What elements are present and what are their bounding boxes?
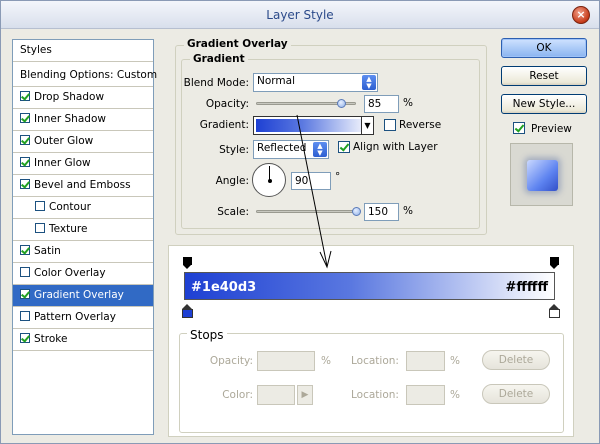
stops-title: Stops (187, 328, 227, 342)
layer-style-dialog: Layer Style × Styles Blending Options: C… (0, 0, 600, 444)
style-color-overlay[interactable]: Color Overlay (13, 263, 153, 285)
style-label: Inner Glow (34, 157, 91, 169)
stop-opacity-percent: % (321, 355, 331, 367)
angle-dial-center (267, 179, 272, 183)
style-gradient-overlay[interactable]: Gradient Overlay (13, 285, 153, 307)
style-bevel-emboss[interactable]: Bevel and Emboss (13, 175, 153, 197)
checkbox-icon[interactable] (20, 135, 30, 145)
scale-label: Scale: (217, 206, 249, 218)
annotation-arrow (296, 114, 332, 269)
reverse-label: Reverse (399, 119, 442, 131)
color-stop-left[interactable] (182, 304, 193, 318)
styles-header[interactable]: Styles (13, 40, 153, 62)
checkbox-icon[interactable] (20, 113, 30, 123)
opacity-stop-left[interactable] (183, 257, 192, 269)
style-contour[interactable]: Contour (13, 197, 153, 219)
stop-color-swatch[interactable] (257, 385, 295, 405)
style-label: Texture (49, 223, 88, 235)
style-label: Pattern Overlay (34, 311, 116, 323)
chevron-up-down-icon: ▲ ▼ (362, 75, 376, 90)
stop-opacity-label: Opacity: (209, 355, 253, 367)
style-label: Satin (34, 245, 61, 257)
opacity-label: Opacity: (205, 98, 249, 110)
style-outer-glow[interactable]: Outer Glow (13, 131, 153, 153)
stop-color-location-label: Location: (351, 389, 399, 401)
opacity-stop-right[interactable] (550, 257, 559, 269)
start-color-label: #1e40d3 (191, 280, 257, 295)
blend-mode-label: Blend Mode: (183, 77, 249, 89)
style-label: Stroke (34, 333, 68, 345)
style-drop-shadow[interactable]: Drop Shadow (13, 87, 153, 109)
title-bar[interactable]: Layer Style × (1, 1, 599, 29)
delete-opacity-stop-button[interactable]: Delete (482, 350, 550, 370)
stop-opacity-location-percent: % (450, 355, 460, 367)
preview-square (527, 160, 558, 191)
checkbox-icon[interactable] (20, 91, 30, 101)
chevron-down-icon[interactable]: ▼ (361, 117, 373, 134)
style-inner-shadow[interactable]: Inner Shadow (13, 109, 153, 131)
stop-color-label: Color: (222, 389, 253, 401)
checkbox-icon[interactable] (20, 157, 30, 167)
style-label: Blending Options: Custom (20, 69, 158, 81)
color-stop-right[interactable] (549, 304, 560, 318)
opacity-input[interactable]: 85 (364, 95, 399, 113)
checkbox-icon[interactable] (20, 267, 30, 277)
dialog-title: Layer Style (266, 8, 334, 22)
blend-mode-select[interactable]: Normal ▲ ▼ (253, 73, 378, 92)
preview-label: Preview (531, 123, 572, 135)
checkbox-icon[interactable] (35, 223, 45, 233)
group-title: Gradient (190, 53, 248, 65)
chevron-right-icon[interactable]: ▶ (297, 385, 313, 405)
checkbox-icon[interactable] (20, 289, 30, 299)
preview-swatch (510, 143, 573, 206)
stop-opacity-location-label: Location: (351, 355, 399, 367)
gradient-label: Gradient: (199, 119, 249, 131)
end-color-label: #ffffff (505, 280, 549, 295)
style-inner-glow[interactable]: Inner Glow (13, 153, 153, 175)
delete-color-stop-button[interactable]: Delete (482, 384, 550, 404)
style-label: Bevel and Emboss (34, 179, 131, 191)
style-label: Outer Glow (34, 135, 94, 147)
stop-opacity-location-input[interactable] (406, 351, 445, 371)
style-satin[interactable]: Satin (13, 241, 153, 263)
reverse-checkbox[interactable] (384, 119, 396, 131)
checkbox-icon[interactable] (20, 179, 30, 189)
style-pattern-overlay[interactable]: Pattern Overlay (13, 307, 153, 329)
style-label: Inner Shadow (34, 113, 106, 125)
style-label: Drop Shadow (34, 91, 105, 103)
stop-color-location-input[interactable] (406, 385, 445, 405)
new-style-button[interactable]: New Style... (501, 94, 587, 114)
scale-slider-thumb[interactable] (351, 207, 361, 216)
angle-label: Angle: (215, 175, 249, 187)
style-blending-options[interactable]: Blending Options: Custom (13, 65, 157, 87)
stop-color-location-percent: % (450, 389, 460, 401)
checkbox-icon[interactable] (20, 333, 30, 343)
styles-list: Styles Blending Options: Custom Drop Sha… (12, 39, 157, 435)
style-stroke[interactable]: Stroke (13, 329, 153, 351)
style-label: Style: (219, 144, 249, 156)
style-texture[interactable]: Texture (13, 219, 153, 241)
stop-opacity-input[interactable] (257, 351, 315, 371)
gradient-bar[interactable]: #1e40d3 #ffffff (184, 272, 555, 300)
opacity-slider-thumb[interactable] (336, 99, 346, 108)
opacity-percent: % (403, 97, 413, 109)
blend-mode-value: Normal (257, 75, 295, 87)
preview-checkbox[interactable] (513, 122, 525, 134)
style-label: Color Overlay (34, 267, 106, 279)
scale-input[interactable]: 150 (364, 203, 399, 221)
stops-frame (179, 333, 564, 433)
reset-button[interactable]: Reset (501, 66, 587, 86)
style-label: Contour (49, 201, 91, 213)
scale-percent: % (403, 205, 413, 217)
close-icon[interactable]: × (572, 6, 590, 24)
style-label: Gradient Overlay (34, 289, 124, 301)
checkbox-icon[interactable] (35, 201, 45, 211)
ok-button[interactable]: OK (501, 38, 587, 58)
checkbox-icon[interactable] (20, 311, 30, 321)
align-with-layer-label: Align with Layer (353, 141, 438, 153)
checkbox-icon[interactable] (20, 245, 30, 255)
angle-dial[interactable] (252, 163, 286, 197)
section-title: Gradient Overlay (184, 38, 291, 50)
